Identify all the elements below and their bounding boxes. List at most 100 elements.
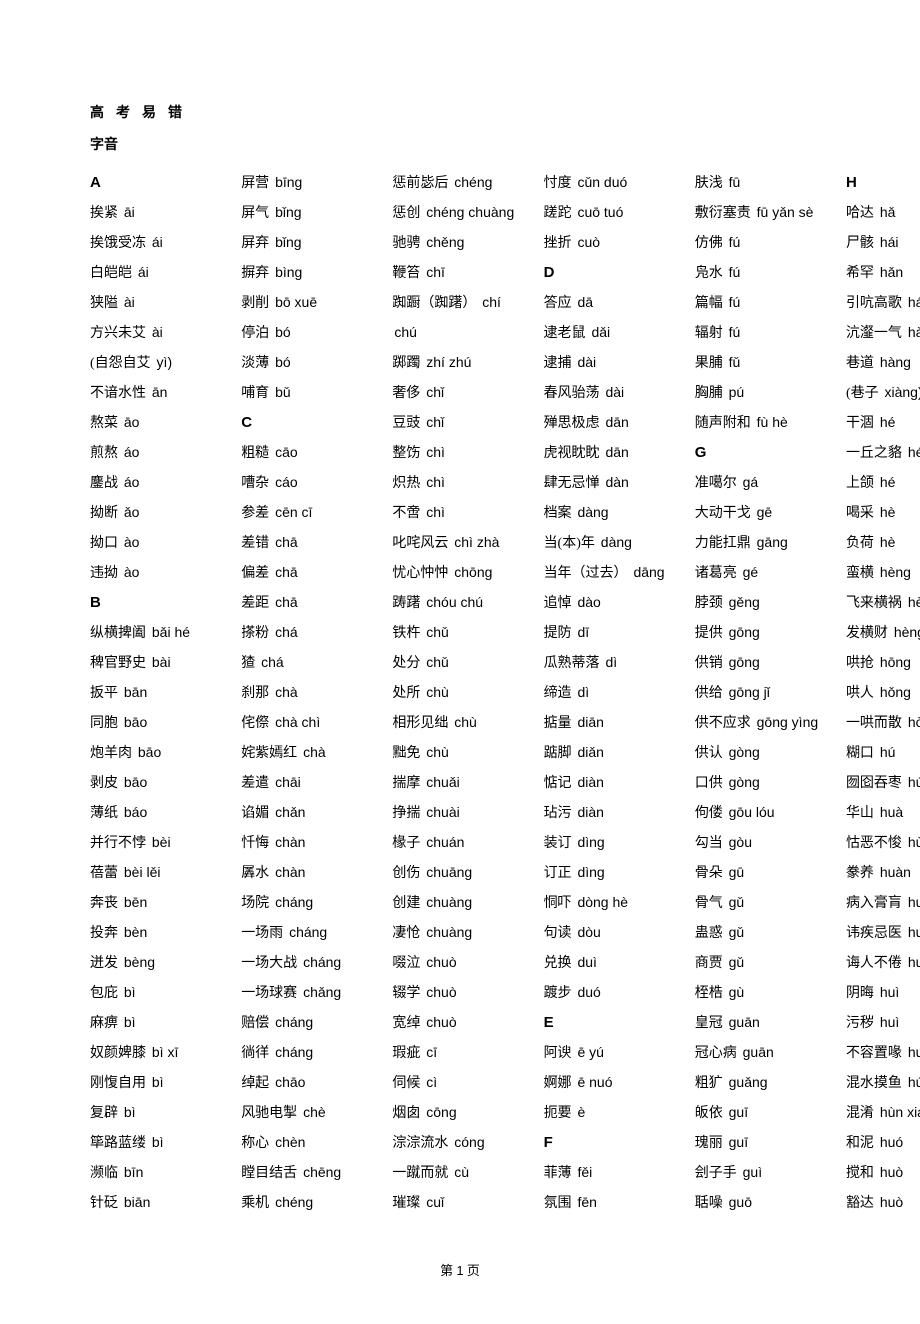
pinyin-text: gòng bbox=[725, 774, 760, 790]
vocab-entry: 诲人不倦 huì bbox=[846, 948, 920, 978]
hanzi-text: 当(本)年 bbox=[544, 536, 595, 551]
hanzi-text: 逮老鼠 bbox=[544, 326, 586, 341]
vocab-entry: 兑换 duì bbox=[544, 948, 679, 978]
hanzi-text: 拗断 bbox=[90, 506, 118, 521]
vocab-entry: 皇冠 guān bbox=[695, 1008, 830, 1038]
vocab-entry: 订正 dìng bbox=[544, 858, 679, 888]
hanzi-text: 偏差 bbox=[241, 566, 269, 581]
vocab-entry: 拗断 ǎo bbox=[90, 498, 225, 528]
hanzi-text: 提供 bbox=[695, 626, 723, 641]
pinyin-text: bēn bbox=[120, 894, 147, 910]
pinyin-text: bì bbox=[148, 1074, 164, 1090]
vocab-entry: 迸发 bèng bbox=[90, 948, 225, 978]
entries-columns: A挨紧 āi挨饿受冻 ái白皑皑 ái狭隘 ài方兴未艾 ài(自怨自艾 yì)… bbox=[90, 168, 830, 1228]
letter-heading: E bbox=[544, 1014, 554, 1031]
hanzi-text: 喝采 bbox=[846, 506, 874, 521]
pinyin-text: cháng bbox=[271, 894, 313, 910]
pinyin-text: pú bbox=[725, 384, 744, 400]
hanzi-text: 差遣 bbox=[241, 776, 269, 791]
vocab-entry: 肆无忌惮 dàn bbox=[544, 468, 679, 498]
vocab-entry: 沆瀣一气 hàng xiè bbox=[846, 318, 920, 348]
hanzi-text: 奔丧 bbox=[90, 896, 118, 911]
vocab-entry: 脖颈 gěng bbox=[695, 588, 830, 618]
vocab-entry: 投奔 bèn bbox=[90, 918, 225, 948]
vocab-entry: 一哄而散 hòng bbox=[846, 708, 920, 738]
vocab-entry: 商贾 gǔ bbox=[695, 948, 830, 978]
pinyin-text: chù bbox=[422, 744, 448, 760]
vocab-entry: 缔造 dì bbox=[544, 678, 679, 708]
pinyin-text: gū bbox=[725, 864, 744, 880]
pinyin-text: cáo bbox=[271, 474, 297, 490]
hanzi-text: 差距 bbox=[241, 596, 269, 611]
pinyin-text: chá bbox=[257, 654, 283, 670]
vocab-entry: 肤浅 fū bbox=[695, 168, 830, 198]
vocab-entry: 一场雨 cháng bbox=[241, 918, 376, 948]
hanzi-text: 忏悔 bbox=[241, 836, 269, 851]
vocab-entry: 处分 chǔ bbox=[392, 648, 527, 678]
pinyin-text: bì bbox=[120, 1104, 136, 1120]
vocab-entry: 干涸 hé bbox=[846, 408, 920, 438]
vocab-entry: 黜免 chù bbox=[392, 738, 527, 768]
hanzi-text: 炽热 bbox=[392, 476, 420, 491]
vocab-entry: 筚路蓝缕 bì bbox=[90, 1128, 225, 1158]
pinyin-text: hái bbox=[876, 234, 899, 250]
hanzi-text: 答应 bbox=[544, 296, 572, 311]
document-title: 高考易错 bbox=[90, 100, 830, 128]
vocab-entry: 哄抢 hōng bbox=[846, 648, 920, 678]
hanzi-text: 投奔 bbox=[90, 926, 118, 941]
vocab-entry: 希罕 hǎn bbox=[846, 258, 920, 288]
pinyin-text: fú bbox=[725, 234, 741, 250]
vocab-entry: 辐射 fú bbox=[695, 318, 830, 348]
vocab-entry: 徜徉 cháng bbox=[241, 1038, 376, 1068]
hanzi-text: 剥削 bbox=[241, 296, 269, 311]
vocab-entry: 狭隘 ài bbox=[90, 288, 225, 318]
vocab-entry: 污秽 huì bbox=[846, 1008, 920, 1038]
hanzi-text: 姹紫嫣红 bbox=[241, 746, 297, 761]
hanzi-text: 驰骋 bbox=[392, 236, 420, 251]
vocab-entry: 篇幅 fú bbox=[695, 288, 830, 318]
pinyin-text: fū yǎn sè bbox=[753, 204, 814, 220]
pinyin-text: diān bbox=[574, 714, 604, 730]
pinyin-text: cuǐ bbox=[422, 1194, 444, 1210]
hanzi-text: 讳疾忌医 bbox=[846, 926, 902, 941]
vocab-entry: 称心 chèn bbox=[241, 1128, 376, 1158]
pinyin-text: chì bbox=[422, 504, 445, 520]
hanzi-text: 椽子 bbox=[392, 836, 420, 851]
pinyin-text: chāo bbox=[271, 1074, 305, 1090]
hanzi-text: 蛊惑 bbox=[695, 926, 723, 941]
pinyin-text: huì bbox=[876, 1014, 899, 1030]
hanzi-text: 并行不悖 bbox=[90, 836, 146, 851]
vocab-entry: 场院 cháng bbox=[241, 888, 376, 918]
hanzi-text: 挨饿受冻 bbox=[90, 236, 146, 251]
vocab-entry: 刽子手 guì bbox=[695, 1158, 830, 1188]
hanzi-text: 供销 bbox=[695, 656, 723, 671]
hanzi-text: 剥皮 bbox=[90, 776, 118, 791]
pinyin-text: chǔ bbox=[422, 654, 448, 670]
hanzi-text: 淙淙流水 bbox=[392, 1136, 448, 1151]
hanzi-text: 订正 bbox=[544, 866, 572, 881]
section-letter: H bbox=[846, 168, 920, 198]
pinyin-text: cēn cī bbox=[271, 504, 312, 520]
pinyin-text: dàng bbox=[574, 504, 609, 520]
pinyin-text: chuàng bbox=[422, 894, 472, 910]
pinyin-text: huì bbox=[904, 954, 920, 970]
pinyin-text: dài bbox=[602, 384, 625, 400]
pinyin-text: diàn bbox=[574, 774, 604, 790]
hanzi-text: 商贾 bbox=[695, 956, 723, 971]
pinyin-text: diǎn bbox=[574, 744, 604, 760]
pinyin-text: huì bbox=[904, 1044, 920, 1060]
hanzi-text: 惦记 bbox=[544, 776, 572, 791]
hanzi-text: 糊口 bbox=[846, 746, 874, 761]
vocab-entry: 叱咤风云 chì zhà bbox=[392, 528, 527, 558]
hanzi-text: 肤浅 bbox=[695, 176, 723, 191]
pinyin-text: cī bbox=[422, 1044, 437, 1060]
vocab-entry: 桎梏 gù bbox=[695, 978, 830, 1008]
pinyin-text: fǔ bbox=[725, 354, 741, 370]
vocab-entry: 瓜熟蒂落 dì bbox=[544, 648, 679, 678]
vocab-entry: 追悼 dào bbox=[544, 588, 679, 618]
vocab-entry: 恫吓 dòng hè bbox=[544, 888, 679, 918]
pinyin-text: cù bbox=[450, 1164, 469, 1180]
pinyin-text: gǔ bbox=[725, 954, 744, 970]
pinyin-text: bài bbox=[148, 654, 171, 670]
vocab-entry: 侘傺 chà chì bbox=[241, 708, 376, 738]
